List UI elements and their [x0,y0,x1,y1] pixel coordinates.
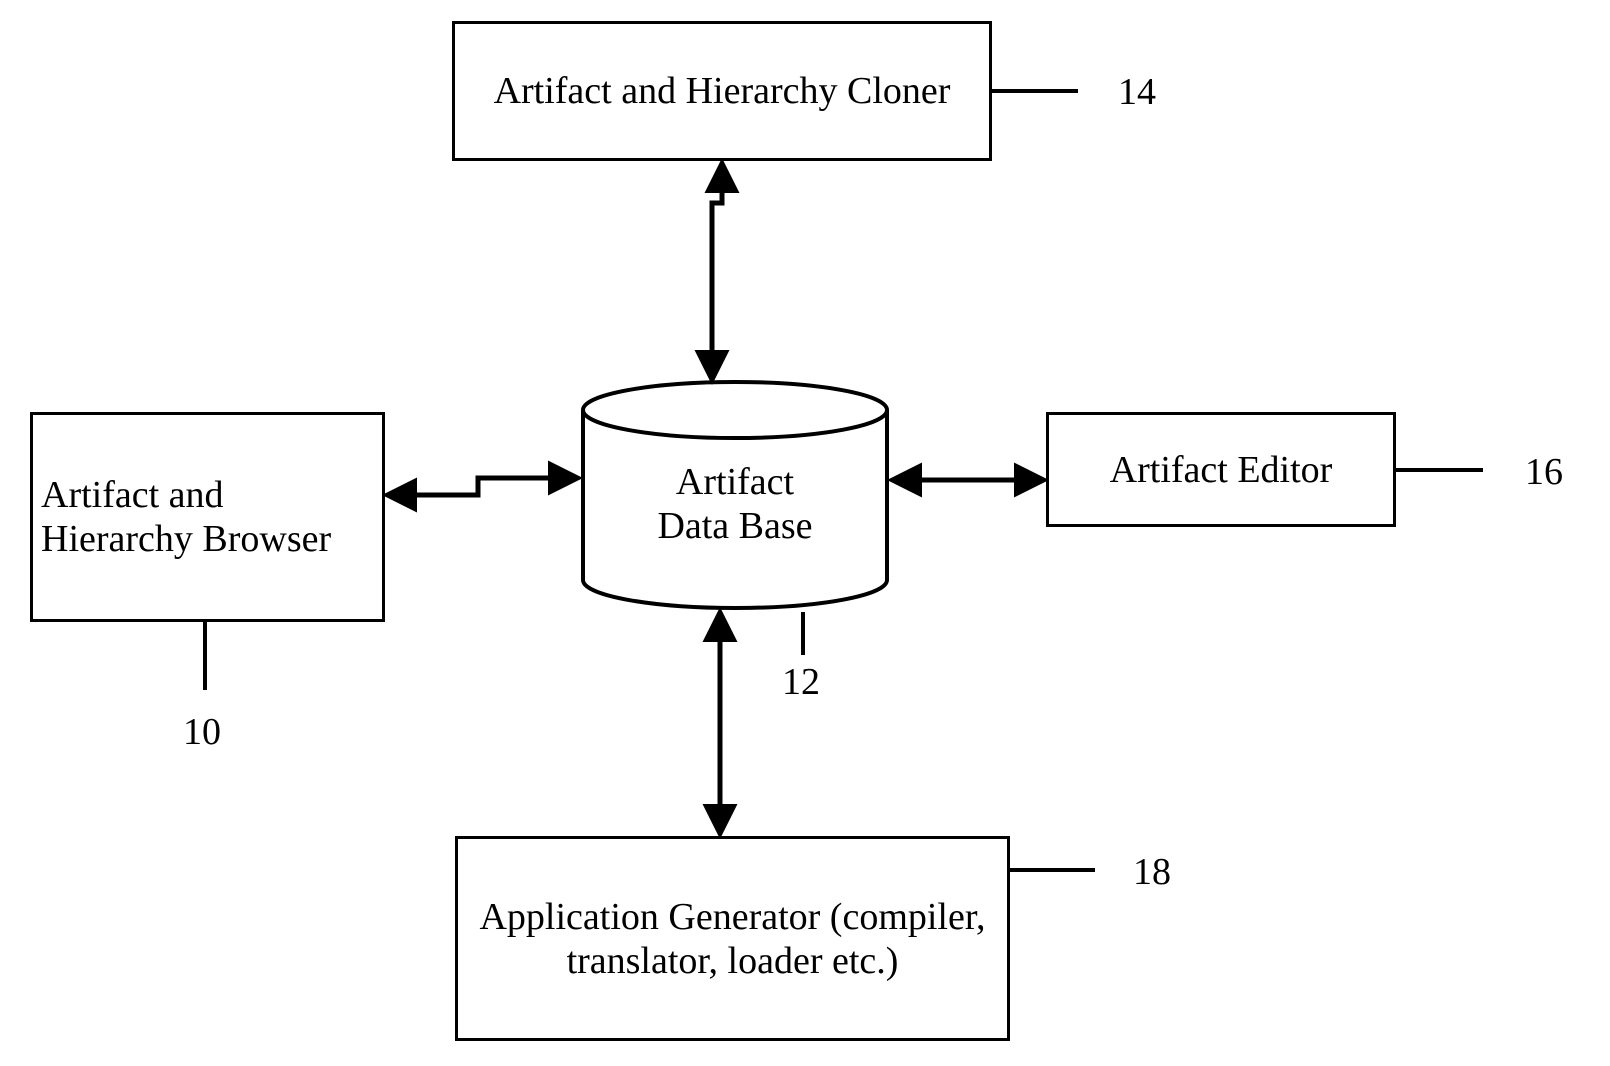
editor-label: Artifact Editor [1110,448,1333,492]
generator-label: Application Generator (compiler, transla… [466,895,999,983]
generator-box: Application Generator (compiler, transla… [455,836,1010,1041]
browser-box: Artifact and Hierarchy Browser [30,412,385,622]
generator-ref: 18 [1133,850,1171,894]
database-label-2: Data Base [657,505,812,547]
editor-box: Artifact Editor [1046,412,1396,527]
browser-label: Artifact and Hierarchy Browser [41,473,374,561]
browser-ref: 10 [183,710,221,754]
editor-ref: 16 [1525,450,1563,494]
cloner-box: Artifact and Hierarchy Cloner [452,21,992,161]
database-cylinder: Artifact Data Base [580,380,890,610]
database-label-1: Artifact [676,461,794,503]
cloner-ref: 14 [1118,70,1156,114]
cloner-label: Artifact and Hierarchy Cloner [494,69,951,113]
database-ref: 12 [782,660,820,704]
